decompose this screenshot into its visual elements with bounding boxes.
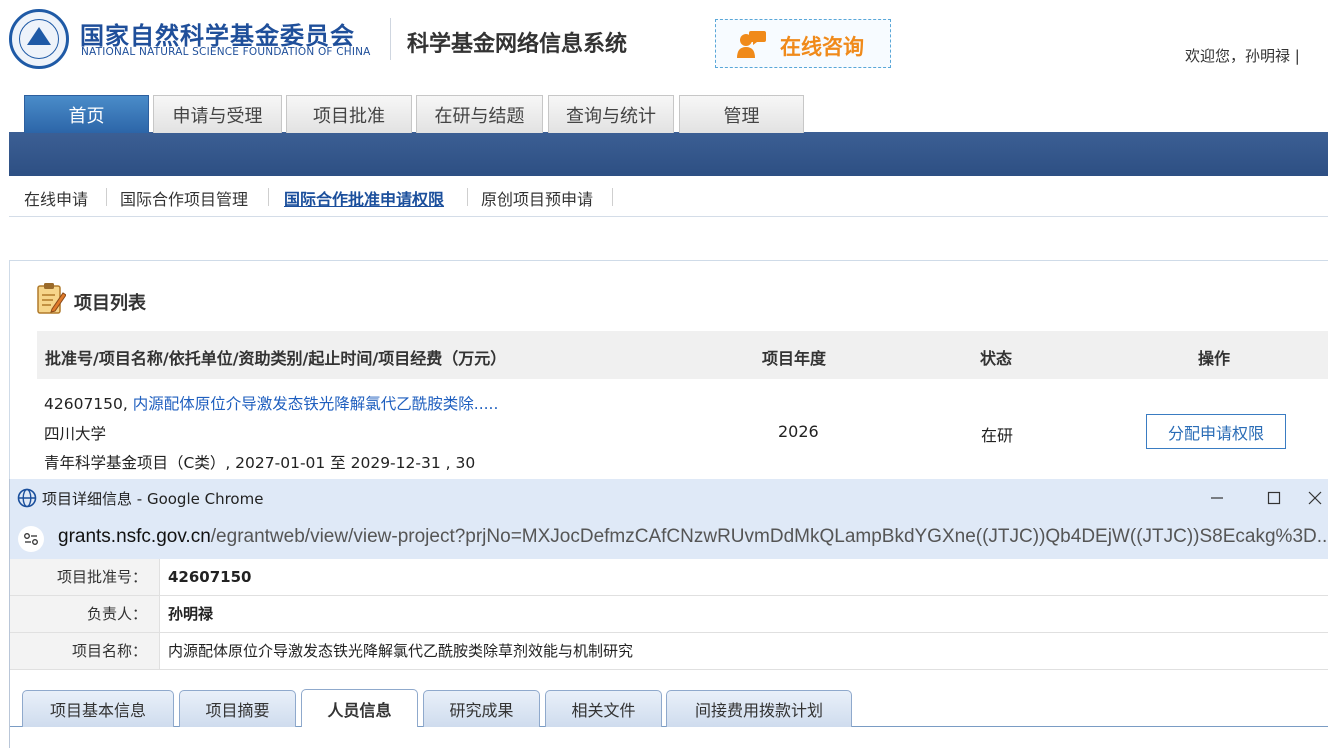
field-label-approval-no: 项目批准号： [10,559,160,595]
nav-tab-query[interactable]: 查询与统计 [548,95,674,133]
url-path: /egrantweb/view/view-project?prjNo=MXJoc… [210,526,1328,547]
nav-tab-home[interactable]: 首页 [24,95,149,133]
nav-tab-manage[interactable]: 管理 [679,95,804,133]
field-value-project-name: 内源配体原位介导激发态铁光降解氯代乙酰胺类除草剂效能与机制研究 [168,642,634,660]
subnav-online-apply[interactable]: 在线申请 [24,186,88,210]
field-label-project-name: 项目名称： [10,633,160,669]
close-icon[interactable] [1308,483,1328,513]
globe-icon [17,488,37,508]
subnav-separator [106,188,107,206]
welcome-text: 欢迎您，孙明禄 | [1185,47,1300,65]
org-name-en: NATIONAL NATURAL SCIENCE FOUNDATION OF C… [81,46,371,58]
field-row-approval-no: 项目批准号： 42607150 [10,559,1328,596]
online-consult-label: 在线咨询 [780,35,864,59]
project-table-header: 批准号/项目名称/依托单位/资助类别/起止时间/项目经费（万元） 项目年度 状态… [37,331,1328,379]
clipboard-edit-icon [37,283,66,314]
url-domain: grants.nsfc.gov.cn [58,526,211,547]
project-name-link[interactable]: 内源配体原位介导激发态铁光降解氯代乙酰胺类除..... [133,395,499,413]
subnav-separator [467,188,468,206]
project-list-title: 项目列表 [74,293,146,314]
project-detail-popup: 项目详细信息 - Google Chrome grants.nsfc.gov.c… [9,479,1328,748]
nsfc-logo [9,9,69,69]
sub-nav: 在线申请 国际合作项目管理 国际合作批准申请权限 原创项目预申请 [9,176,1328,217]
col-header-project: 批准号/项目名称/依托单位/资助类别/起止时间/项目经费（万元） [45,349,507,368]
nav-tab-approve[interactable]: 项目批准 [286,95,412,133]
tab-abstract[interactable]: 项目摘要 [179,690,296,727]
col-header-year: 项目年度 [762,349,827,368]
address-bar[interactable]: grants.nsfc.gov.cn/egrantweb/view/view-p… [10,517,1328,559]
project-id-line: 42607150, 内源配体原位介导激发态铁光降解氯代乙酰胺类除..... [44,392,498,414]
minimize-icon[interactable] [1202,483,1232,513]
tab-related-files[interactable]: 相关文件 [545,690,662,727]
project-unit: 四川大学 [44,425,107,443]
popup-window-title: 项目详细信息 - Google Chrome [42,490,264,508]
tab-basic-info[interactable]: 项目基本信息 [22,690,174,727]
maximize-icon[interactable] [1259,483,1289,513]
field-row-project-name: 项目名称： 内源配体原位介导激发态铁光降解氯代乙酰胺类除草剂效能与机制研究 [10,633,1328,670]
subnav-original-preapply[interactable]: 原创项目预申请 [481,186,593,210]
nav-tab-apply[interactable]: 申请与受理 [153,95,282,133]
project-approval-no: 42607150, [44,395,128,413]
subnav-separator [612,188,613,206]
field-row-pi: 负责人： 孙明禄 [10,596,1328,633]
project-status: 在研 [981,426,1014,445]
system-title: 科学基金网络信息系统 [407,32,628,57]
field-label-pi: 负责人： [10,596,160,632]
tab-indirect-cost-plan[interactable]: 间接费用拨款计划 [666,690,852,727]
subnav-intl-approval-permission[interactable]: 国际合作批准申请权限 [284,186,444,210]
header-divider [390,18,391,60]
tab-personnel[interactable]: 人员信息 [301,689,418,727]
site-info-icon[interactable] [18,526,44,552]
project-year: 2026 [778,422,819,441]
field-value-pi: 孙明禄 [168,605,214,623]
project-category-dates-funds: 青年科学基金项目（C类）, 2027-01-01 至 2029-12-31 , … [44,454,476,472]
col-header-status: 状态 [980,349,1013,368]
tab-research-results[interactable]: 研究成果 [423,690,540,727]
online-consult-button[interactable]: 在线咨询 [715,19,891,68]
popup-titlebar[interactable]: 项目详细信息 - Google Chrome [10,479,1328,517]
site-header: 国家自然科学基金委员会 NATIONAL NATURAL SCIENCE FOU… [0,0,1328,92]
main-nav-band [9,132,1328,176]
url-text[interactable]: grants.nsfc.gov.cn/egrantweb/view/view-p… [58,526,1328,548]
nav-tab-ongoing[interactable]: 在研与结题 [416,95,543,133]
assign-permission-button[interactable]: 分配申请权限 [1146,414,1286,449]
field-value-approval-no: 42607150 [168,568,252,586]
col-header-action: 操作 [1198,349,1231,368]
subnav-separator [268,188,269,206]
subnav-intl-project-mgmt[interactable]: 国际合作项目管理 [120,186,248,210]
chat-person-icon [737,31,766,58]
